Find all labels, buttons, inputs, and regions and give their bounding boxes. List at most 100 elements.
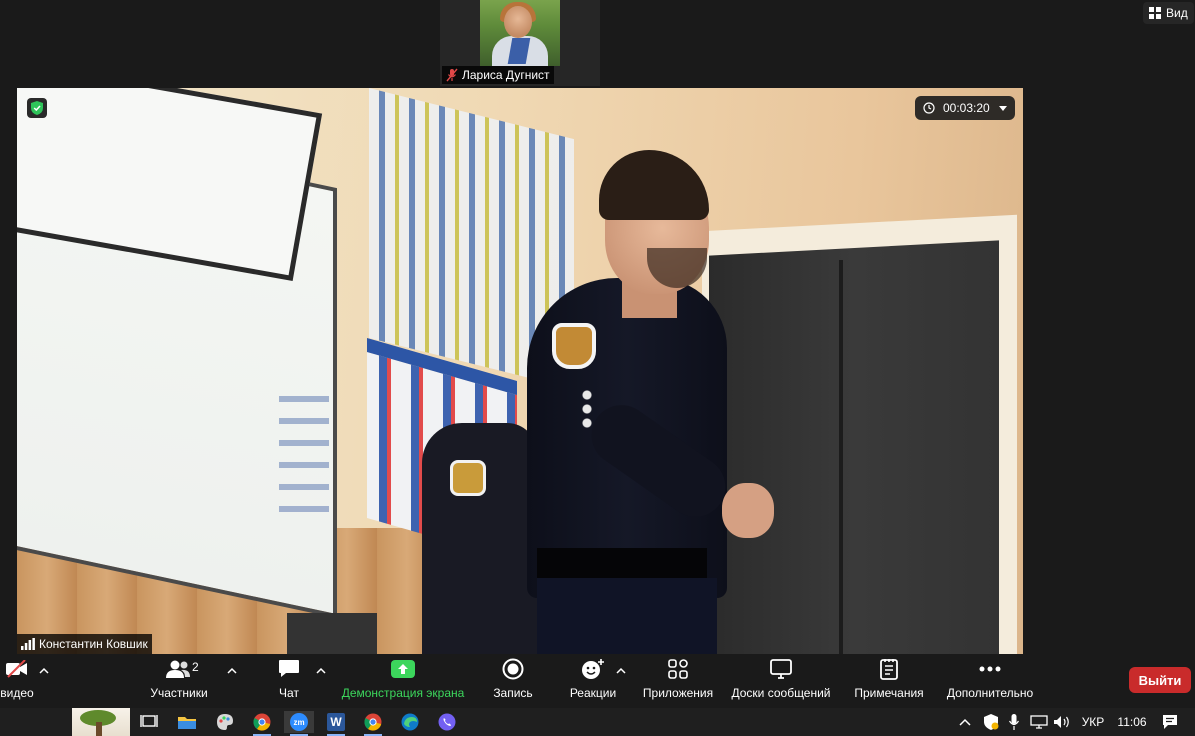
chat-options-caret[interactable] <box>315 664 327 676</box>
thumbnail-person-face <box>504 6 532 38</box>
speaker-shoulder-patch <box>552 323 596 369</box>
participants-icon: 2 <box>166 654 199 684</box>
share-screen-button[interactable]: Демонстрация экрана <box>338 654 468 708</box>
whiteboards-button[interactable]: Доски сообщений <box>729 654 833 708</box>
reactions-button[interactable]: Реакции <box>568 654 618 708</box>
participants-options-caret[interactable] <box>226 664 238 676</box>
chevron-up-icon <box>616 667 626 674</box>
record-button[interactable]: Запись <box>490 654 536 708</box>
file-explorer-button[interactable] <box>172 711 202 733</box>
video-options-caret[interactable] <box>38 664 50 676</box>
share-screen-button-label: Демонстрация экрана <box>341 686 465 700</box>
reactions-options-caret[interactable] <box>615 664 627 676</box>
notes-button-label: Примечания <box>854 686 924 700</box>
task-view-button[interactable] <box>134 711 164 733</box>
word-app-icon-text: W <box>330 715 342 729</box>
apps-button-label: Приложения <box>642 686 714 700</box>
viber-button[interactable] <box>432 711 462 733</box>
participant-thumbnail[interactable]: Лариса Дугнист <box>440 0 600 86</box>
edge-icon <box>401 713 419 731</box>
paint-palette-icon <box>217 714 233 730</box>
background-person-patch <box>450 460 486 496</box>
chrome-icon <box>253 713 271 731</box>
speaker-legs <box>537 578 717 654</box>
microphone-icon <box>1009 714 1019 730</box>
input-language-label: УКР <box>1081 715 1105 729</box>
record-button-label: Запись <box>493 686 533 700</box>
mic-muted-icon <box>446 68 458 82</box>
speaker-name: Константин Ковшик <box>39 637 148 651</box>
tree-trunk <box>96 722 102 736</box>
clock-time: 11:06 <box>1117 715 1147 729</box>
security-shield-icon[interactable] <box>27 98 47 118</box>
more-button[interactable]: Дополнительно <box>945 654 1035 708</box>
volume-tray-button[interactable] <box>1053 713 1071 731</box>
video-button-label: видео <box>0 686 34 700</box>
word-app-icon: W <box>327 713 345 731</box>
viber-icon <box>438 713 456 731</box>
gallery-strip: Лариса Дугнист Вид <box>0 0 1195 88</box>
floor-object <box>287 613 377 654</box>
reactions-emoji-icon <box>581 654 605 684</box>
apps-button[interactable]: Приложения <box>640 654 716 708</box>
zoom-button[interactable]: zm <box>284 711 314 736</box>
notes-button[interactable]: Примечания <box>852 654 926 708</box>
speaker-hand <box>722 483 774 538</box>
signal-strength-icon <box>21 638 35 650</box>
windows-security-tray-button[interactable] <box>982 713 1000 731</box>
chat-icon <box>278 654 300 684</box>
notes-icon <box>880 654 898 684</box>
speaker-hair <box>599 150 709 220</box>
taskbar-wallpaper-tree <box>72 708 130 736</box>
speaker-volume-icon <box>1054 716 1069 728</box>
more-button-label: Дополнительно <box>946 686 1034 700</box>
participants-count: 2 <box>192 660 199 674</box>
reactions-button-label: Реакции <box>569 686 617 700</box>
more-dots-icon <box>979 654 1001 684</box>
chevron-up-icon <box>39 667 49 674</box>
show-hidden-icons-button[interactable] <box>956 713 974 731</box>
chat-button[interactable]: Чат <box>272 654 306 708</box>
participant-thumbnail-video <box>480 0 560 66</box>
windows-taskbar: zm W УКР 11:06 <box>0 708 1195 736</box>
thumbnail-name-bar: Лариса Дугнист <box>442 66 554 84</box>
clock-icon <box>923 102 935 114</box>
chrome-button[interactable] <box>247 711 277 736</box>
speaker-name-bar: Константин Ковшик <box>17 634 152 654</box>
zoom-app-icon-text: zm <box>293 717 305 727</box>
door-seam <box>839 260 843 654</box>
chevron-up-icon <box>227 667 237 674</box>
view-button[interactable]: Вид <box>1143 2 1194 24</box>
zoom-app-icon: zm <box>290 713 308 731</box>
meeting-timer[interactable]: 00:03:20 <box>915 96 1015 120</box>
paint-button[interactable] <box>210 711 240 733</box>
chrome-window-2-button[interactable] <box>358 711 388 736</box>
participants-button-label: Участники <box>150 686 208 700</box>
chevron-up-icon <box>316 667 326 674</box>
share-screen-icon <box>391 654 415 684</box>
video-camera-icon <box>6 654 28 684</box>
microphone-tray-button[interactable] <box>1005 713 1023 731</box>
board-stickers <box>279 388 329 528</box>
network-icon <box>1030 715 1048 729</box>
view-button-label: Вид <box>1166 6 1188 20</box>
chevron-down-icon <box>999 105 1007 111</box>
participants-button[interactable]: 2 Участники <box>144 654 214 708</box>
network-tray-button[interactable] <box>1030 713 1048 731</box>
word-button[interactable]: W <box>321 711 351 736</box>
video-button[interactable]: видео <box>0 654 42 708</box>
notifications-button[interactable] <box>1161 713 1179 731</box>
speaker-video: 00:03:20 Константин Ковшик <box>17 88 1023 654</box>
chat-button-label: Чат <box>279 686 299 700</box>
meeting-timer-text: 00:03:20 <box>943 101 990 115</box>
input-language-button[interactable]: УКР <box>1080 713 1106 731</box>
notification-center-icon <box>1163 715 1177 729</box>
leave-meeting-label: Выйти <box>1138 672 1182 688</box>
leave-meeting-button[interactable]: Выйти <box>1129 667 1191 693</box>
grid-icon <box>1149 7 1161 19</box>
chrome-icon <box>364 713 382 731</box>
chevron-up-icon <box>959 718 971 726</box>
clock-button[interactable]: 11:06 <box>1116 713 1148 731</box>
edge-button[interactable] <box>395 711 425 733</box>
task-view-icon <box>140 715 158 727</box>
